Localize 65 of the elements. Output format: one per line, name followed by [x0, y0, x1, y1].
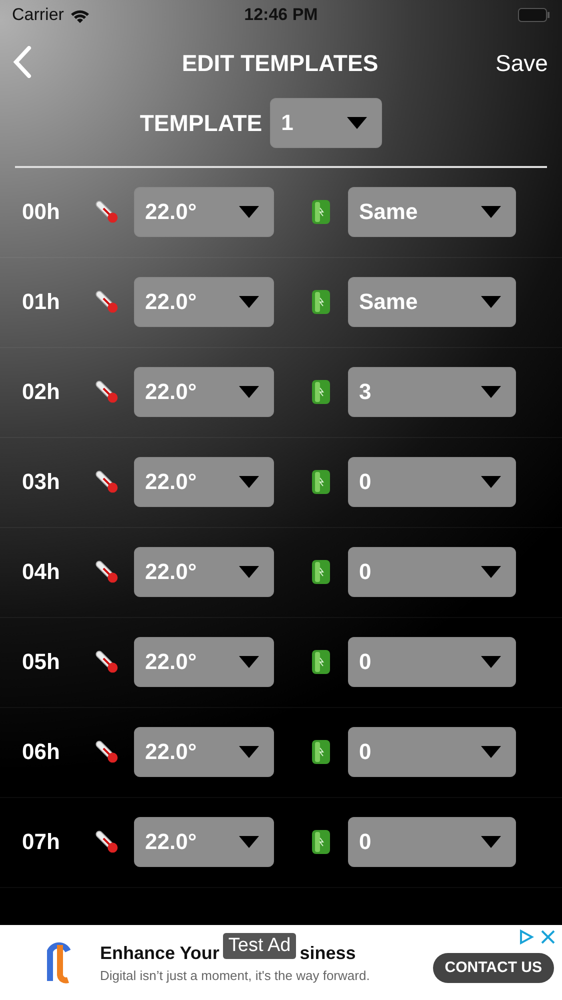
battery-dropdown[interactable]: Same — [348, 187, 516, 237]
hour-label: 02h — [22, 379, 61, 405]
caret-icon — [239, 296, 259, 308]
battery-dropdown[interactable]: 0 — [348, 817, 516, 867]
save-button[interactable]: Save — [488, 50, 548, 76]
temperature-dropdown[interactable]: 22.0° — [134, 367, 274, 417]
battery-dropdown[interactable]: 0 — [348, 727, 516, 777]
caret-icon — [481, 386, 501, 398]
caret-icon — [481, 566, 501, 578]
template-dropdown[interactable]: 1 — [270, 98, 382, 148]
carrier-name: Carrier — [12, 5, 64, 25]
caret-icon — [239, 206, 259, 218]
wifi-icon — [70, 8, 90, 22]
caret-icon — [481, 476, 501, 488]
battery-dropdown[interactable]: 3 — [348, 367, 516, 417]
battery-icon — [310, 198, 332, 226]
hour-label: 01h — [22, 289, 61, 315]
hour-label: 00h — [22, 199, 61, 225]
battery-icon — [310, 828, 332, 856]
battery-icon — [310, 738, 332, 766]
temperature-dropdown[interactable]: 22.0° — [134, 637, 274, 687]
caret-icon — [239, 746, 259, 758]
battery-dropdown[interactable]: 0 — [348, 547, 516, 597]
battery-status-icon — [518, 8, 550, 22]
back-chevron-icon — [12, 46, 32, 78]
status-time: 12:46 PM — [244, 5, 318, 25]
screen-title: EDIT TEMPLATES — [182, 50, 378, 76]
ad-info-icon[interactable] — [518, 929, 534, 945]
battery-dropdown[interactable]: 0 — [348, 637, 516, 687]
test-ad-badge: Test Ad — [223, 933, 296, 959]
ad-headline: Enhance Your — [100, 942, 220, 964]
caret-icon — [481, 746, 501, 758]
close-icon[interactable] — [540, 929, 556, 945]
caret-icon — [481, 836, 501, 848]
hour-label: 04h — [22, 559, 61, 585]
temperature-dropdown[interactable]: 22.0° — [134, 457, 274, 507]
hour-label: 07h — [22, 829, 61, 855]
caret-icon — [239, 656, 259, 668]
hour-label: 05h — [22, 649, 61, 675]
template-label: TEMPLATE — [140, 110, 262, 136]
battery-icon — [310, 378, 332, 406]
battery-dropdown[interactable]: 0 — [348, 457, 516, 507]
ad-headline: siness — [300, 942, 356, 964]
contact-us-button[interactable]: CONTACT US — [432, 952, 554, 982]
caret-icon — [481, 206, 501, 218]
battery-icon — [310, 468, 332, 496]
battery-dropdown[interactable]: Same — [348, 277, 516, 327]
temperature-dropdown[interactable]: 22.0° — [134, 727, 274, 777]
temperature-dropdown[interactable]: 22.0° — [134, 187, 274, 237]
caret-icon — [239, 386, 259, 398]
battery-icon — [310, 288, 332, 316]
temperature-dropdown[interactable]: 22.0° — [134, 277, 274, 327]
caret-icon — [239, 836, 259, 848]
battery-icon — [310, 558, 332, 586]
caret-icon — [239, 566, 259, 578]
battery-icon — [310, 648, 332, 676]
caret-icon — [347, 117, 368, 129]
hour-label: 03h — [22, 469, 61, 495]
temperature-dropdown[interactable]: 22.0° — [134, 547, 274, 597]
ad-description: Digital isn’t just a moment, it's the way forward. — [100, 968, 371, 982]
temperature-dropdown[interactable]: 22.0° — [134, 817, 274, 867]
caret-icon — [239, 476, 259, 488]
caret-icon — [481, 296, 501, 308]
caret-icon — [481, 656, 501, 668]
hour-label: 06h — [22, 739, 61, 765]
